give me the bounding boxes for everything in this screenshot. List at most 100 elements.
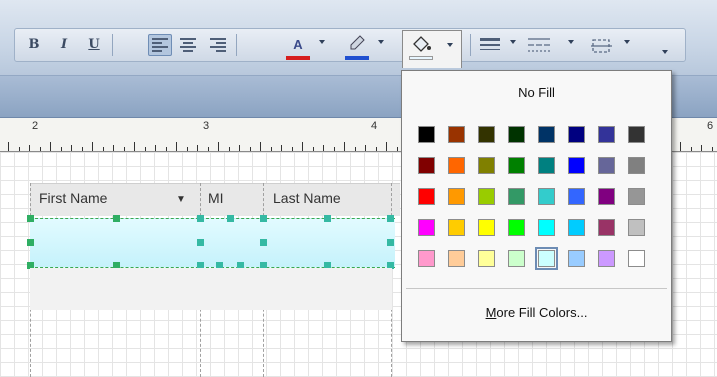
resize-handle[interactable] (27, 239, 34, 246)
color-swatch[interactable] (508, 219, 525, 236)
color-swatch[interactable] (568, 188, 585, 205)
resize-handle[interactable] (387, 239, 394, 246)
chevron-down-icon[interactable] (510, 40, 516, 44)
italic-button[interactable]: I (56, 34, 72, 56)
color-swatch[interactable] (598, 250, 615, 267)
color-swatch[interactable] (418, 219, 435, 236)
line-style-icon[interactable] (528, 38, 550, 52)
highlight-icon[interactable] (346, 34, 368, 54)
ruler-label: 2 (32, 120, 39, 132)
no-fill-option[interactable]: No Fill (402, 85, 671, 100)
color-swatch[interactable] (628, 157, 645, 174)
ruler-tick (176, 142, 177, 151)
color-swatch[interactable] (568, 250, 585, 267)
detail-row-background (30, 268, 392, 310)
chevron-down-icon[interactable] (568, 40, 574, 44)
ruler-tick (344, 142, 345, 151)
ruler-tick (292, 147, 293, 151)
color-swatch[interactable] (535, 247, 558, 270)
align-center-icon[interactable] (180, 38, 196, 52)
column-header-dropdown-icon[interactable]: ▼ (176, 194, 186, 205)
color-swatch[interactable] (538, 188, 555, 205)
color-swatch[interactable] (508, 157, 525, 174)
ruler-tick (271, 147, 272, 151)
color-swatch[interactable] (598, 157, 615, 174)
ruler-tick (29, 145, 30, 151)
color-swatch[interactable] (568, 126, 585, 143)
ruler-tick (71, 145, 72, 151)
fill-color-swatch (409, 56, 433, 60)
color-swatch[interactable] (508, 188, 525, 205)
color-swatch[interactable] (538, 126, 555, 143)
font-color-button[interactable]: A (287, 34, 309, 56)
border-icon[interactable] (590, 36, 614, 56)
ruler-label: 6 (707, 120, 714, 132)
resize-handle[interactable] (197, 239, 204, 246)
align-left-button[interactable] (148, 34, 172, 56)
ruler-tick (250, 147, 251, 151)
resize-handle[interactable] (260, 239, 267, 246)
ruler-tick (302, 142, 303, 151)
underline-button[interactable]: U (86, 34, 102, 56)
ruler-tick (166, 147, 167, 151)
color-swatch[interactable] (448, 157, 465, 174)
chevron-down-icon (447, 43, 453, 47)
chevron-down-icon[interactable] (378, 40, 384, 44)
color-swatch[interactable] (418, 188, 435, 205)
color-swatch[interactable] (598, 219, 615, 236)
color-swatch[interactable] (598, 126, 615, 143)
color-swatch[interactable] (448, 126, 465, 143)
color-swatch[interactable] (598, 188, 615, 205)
selected-detail-row[interactable] (30, 218, 395, 268)
resize-handle[interactable] (227, 215, 234, 222)
color-swatch[interactable] (628, 188, 645, 205)
color-swatch[interactable] (448, 250, 465, 267)
chevron-down-icon[interactable] (319, 40, 325, 44)
ruler-tick (8, 142, 9, 151)
color-swatch[interactable] (628, 126, 645, 143)
toolbar-overflow-icon[interactable] (662, 50, 668, 54)
bold-button[interactable]: B (26, 34, 42, 56)
line-width-icon[interactable] (480, 38, 500, 52)
color-swatch[interactable] (448, 219, 465, 236)
color-swatch[interactable] (538, 219, 555, 236)
ruler-tick (365, 145, 366, 151)
resize-handle[interactable] (387, 215, 394, 222)
ruler-tick (145, 147, 146, 151)
color-swatch[interactable] (568, 157, 585, 174)
color-swatch[interactable] (418, 126, 435, 143)
color-swatch[interactable] (568, 219, 585, 236)
color-swatch[interactable] (478, 126, 495, 143)
resize-handle[interactable] (113, 215, 120, 222)
more-colors-accelerator: M (485, 305, 497, 320)
color-swatch[interactable] (478, 250, 495, 267)
more-fill-colors-option[interactable]: More Fill Colors... (402, 305, 671, 320)
color-swatch[interactable] (478, 188, 495, 205)
column-header-last-name[interactable]: Last Name (273, 190, 341, 206)
color-swatch[interactable] (478, 219, 495, 236)
color-swatch[interactable] (508, 126, 525, 143)
color-swatch[interactable] (538, 157, 555, 174)
ruler-tick (103, 147, 104, 151)
align-right-icon[interactable] (210, 38, 226, 52)
resize-handle[interactable] (324, 215, 331, 222)
color-swatch[interactable] (418, 157, 435, 174)
resize-handle[interactable] (27, 215, 34, 222)
chevron-down-icon[interactable] (624, 40, 630, 44)
ruler-tick (50, 142, 51, 151)
ruler-tick (134, 142, 135, 151)
color-swatch[interactable] (478, 157, 495, 174)
fill-color-button[interactable] (402, 30, 462, 68)
color-swatch[interactable] (418, 250, 435, 267)
color-swatch[interactable] (448, 188, 465, 205)
column-header-first-name[interactable]: First Name (39, 190, 107, 206)
toolbar-separator (470, 34, 471, 56)
column-header-mi[interactable]: MI (208, 190, 224, 206)
color-swatch[interactable] (508, 250, 525, 267)
color-swatch[interactable] (628, 219, 645, 236)
more-colors-label-rest: ore Fill Colors... (496, 305, 588, 320)
color-swatch[interactable] (628, 250, 645, 267)
resize-handle[interactable] (260, 215, 267, 222)
ruler-tick (701, 145, 702, 151)
resize-handle[interactable] (197, 215, 204, 222)
